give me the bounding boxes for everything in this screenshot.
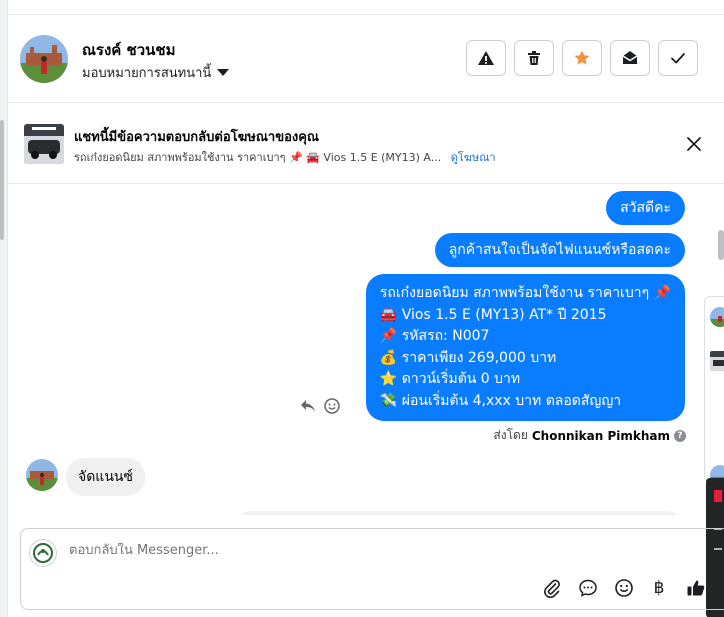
message-line: 📌 รหัสรถ: N007 bbox=[379, 328, 490, 344]
view-ad-link[interactable]: ดูโฆษณา bbox=[451, 151, 496, 164]
ad-thumbnail[interactable] bbox=[24, 124, 64, 164]
close-icon bbox=[687, 137, 701, 151]
payment-button[interactable]: ฿ bbox=[648, 577, 670, 599]
panel-thumbnail[interactable] bbox=[710, 351, 724, 371]
baht-icon: ฿ bbox=[653, 578, 665, 598]
thumbs-up-icon bbox=[687, 580, 705, 596]
message-composer: ฿ bbox=[20, 528, 724, 610]
emoji-button[interactable] bbox=[613, 577, 635, 599]
message-line: ⭐ ดาวน์เริ่มต้น 0 บาท bbox=[379, 371, 521, 387]
outgoing-message[interactable]: ลูกค้าสนใจเป็นจัดไฟแนนซ์หรือสดคะ bbox=[434, 233, 685, 267]
partial-message-preview bbox=[234, 511, 684, 515]
caret-down-icon bbox=[217, 69, 230, 76]
reply-button[interactable] bbox=[299, 397, 317, 415]
attach-button[interactable] bbox=[541, 577, 563, 599]
message-line: 💰 ราคาเพียง 269,000 บาท bbox=[379, 349, 557, 366]
conversation-header: ณรงค์ ชวนชม มอบหมายการสนทนานี้ bbox=[8, 15, 724, 103]
react-button[interactable] bbox=[323, 397, 341, 415]
smiley-icon bbox=[324, 398, 340, 414]
delete-button[interactable] bbox=[514, 40, 554, 76]
envelope-open-icon bbox=[622, 51, 638, 64]
ad-reply-banner: แชทนี้มีข้อความตอบกลับต่อโฆษณาของคุณ รถเ… bbox=[8, 104, 724, 184]
star-icon bbox=[574, 50, 590, 65]
trash-icon bbox=[528, 51, 540, 65]
contact-avatar-small[interactable] bbox=[26, 459, 58, 491]
mark-unread-button[interactable] bbox=[610, 40, 650, 76]
assign-label: มอบหมายการสนทนานี้ bbox=[82, 66, 212, 81]
close-banner-button[interactable] bbox=[684, 134, 704, 154]
ad-description: รถเก๋งยอดนิยม สภาพพร้อมใช้งาน ราคาเบาๆ 📌… bbox=[74, 151, 442, 164]
saved-replies-button[interactable] bbox=[577, 577, 599, 599]
message-line: 💸 ผ่อนเริ่มต้น 4,xxx บาท ตลอดสัญญา bbox=[379, 392, 622, 409]
sent-by-label: ส่งโดย Chonnikan Pimkham ? bbox=[493, 426, 686, 445]
left-scrollbar-thumb[interactable] bbox=[0, 120, 4, 240]
mark-done-button[interactable] bbox=[658, 40, 698, 76]
warning-icon bbox=[478, 51, 494, 65]
ad-banner-subtitle: รถเก๋งยอดนิยม สภาพพร้อมใช้งาน ราคาเบาๆ 📌… bbox=[74, 148, 496, 166]
contact-name[interactable]: ณรงค์ ชวนชม bbox=[82, 38, 175, 62]
outgoing-message[interactable]: สวัสดีคะ bbox=[606, 191, 685, 225]
check-icon bbox=[671, 53, 685, 64]
paperclip-icon bbox=[544, 579, 560, 598]
contact-avatar[interactable] bbox=[20, 35, 68, 83]
emoji-icon bbox=[615, 579, 633, 597]
chat-bubble-icon bbox=[579, 579, 597, 597]
outgoing-message[interactable]: รถเก๋งยอดนิยม สภาพพร้อมใช้งาน ราคาเบาๆ 📌… bbox=[365, 274, 685, 421]
sent-by-prefix: ส่งโดย bbox=[493, 428, 528, 442]
thread-scrollbar-thumb[interactable] bbox=[718, 230, 724, 260]
report-button[interactable] bbox=[466, 40, 506, 76]
ad-banner-title: แชทนี้มีข้อความตอบกลับต่อโฆษณาของคุณ bbox=[74, 130, 319, 145]
help-icon[interactable]: ? bbox=[674, 429, 686, 442]
incoming-message[interactable]: จัดแนนซ์ bbox=[66, 458, 145, 496]
like-button[interactable] bbox=[685, 577, 707, 599]
message-thread[interactable]: สวัสดีคะ ลูกค้าสนใจเป็นจัดไฟแนนซ์หรือสดค… bbox=[8, 185, 724, 515]
message-line: รถเก๋งยอดนิยม สภาพพร้อมใช้งาน ราคาเบาๆ 📌 bbox=[379, 285, 671, 301]
page-avatar bbox=[29, 539, 57, 567]
panel-avatar[interactable] bbox=[710, 307, 724, 327]
side-conversation-panel[interactable] bbox=[704, 296, 724, 485]
assign-conversation-dropdown[interactable]: มอบหมายการสนทนานี้ bbox=[82, 62, 230, 83]
message-line: 🚘 Vios 1.5 E (MY13) AT* ปี 2015 bbox=[379, 306, 607, 323]
notification-badge bbox=[714, 490, 722, 502]
star-button[interactable] bbox=[562, 40, 602, 76]
reply-input[interactable] bbox=[69, 543, 669, 558]
reply-icon bbox=[301, 400, 315, 412]
left-scrollbar-track[interactable] bbox=[0, 0, 8, 617]
sender-name: Chonnikan Pimkham bbox=[531, 428, 670, 443]
